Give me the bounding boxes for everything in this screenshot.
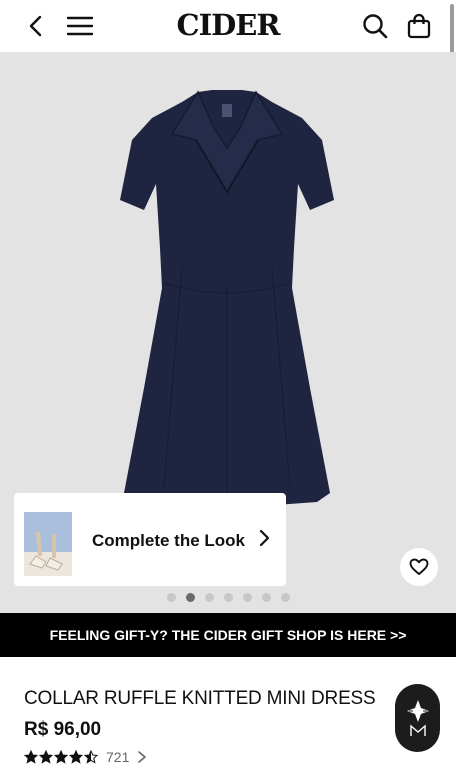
star-icon: [24, 750, 38, 764]
floating-assistant-button[interactable]: [395, 684, 440, 752]
star-icon: [69, 750, 83, 764]
gallery-dot[interactable]: [185, 593, 195, 602]
chevron-right-icon: [138, 751, 147, 763]
brand-emblem-icon: [406, 700, 429, 736]
complete-look-label: Complete the Look: [92, 531, 246, 550]
rating-stars: [24, 750, 98, 764]
product-image-gallery[interactable]: Complete the Look: [0, 52, 456, 613]
wishlist-button[interactable]: [400, 548, 438, 586]
complete-look-thumbnail: [24, 512, 72, 576]
star-icon: [84, 750, 98, 764]
product-image-dress: [120, 90, 334, 508]
gallery-pagination-dots[interactable]: [0, 593, 456, 602]
gallery-dot[interactable]: [280, 593, 290, 602]
star-icon: [54, 750, 68, 764]
product-title: COLLAR RUFFLE KNITTED MINI DRESS: [24, 688, 376, 709]
search-icon[interactable]: [359, 10, 391, 42]
gallery-dot[interactable]: [166, 593, 176, 602]
star-icon: [39, 750, 53, 764]
review-count: 721: [106, 749, 130, 765]
heart-icon: [409, 558, 429, 575]
bag-icon[interactable]: [403, 10, 435, 42]
gallery-dot[interactable]: [242, 593, 252, 602]
product-price: R$ 96,00: [24, 719, 102, 740]
promo-banner[interactable]: FEELING GIFT-Y? THE CIDER GIFT SHOP IS H…: [0, 613, 456, 657]
gallery-dot[interactable]: [223, 593, 233, 602]
chevron-right-icon: [258, 529, 270, 552]
gallery-dot[interactable]: [204, 593, 214, 602]
product-rating[interactable]: 721: [24, 749, 147, 765]
complete-the-look-card[interactable]: Complete the Look: [14, 493, 286, 586]
top-nav-bar: CIDER: [0, 0, 456, 52]
gallery-dot[interactable]: [261, 593, 271, 602]
